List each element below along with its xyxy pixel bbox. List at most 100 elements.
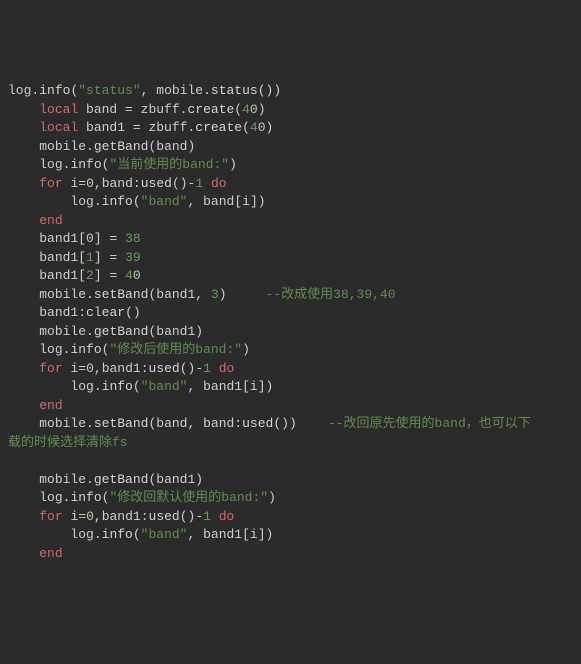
token-punc: = bbox=[78, 176, 86, 191]
token-ident: band1 bbox=[156, 287, 195, 302]
token-punc: ()) bbox=[273, 416, 328, 431]
token-punc: , bbox=[187, 194, 203, 209]
token-punc: ) bbox=[242, 342, 250, 357]
token-method: used bbox=[242, 416, 273, 431]
token-punc: , bbox=[187, 379, 203, 394]
code-line: log.info("band", band[i]) bbox=[8, 193, 573, 212]
token-ident: mobile bbox=[39, 324, 86, 339]
token-method: info bbox=[102, 527, 133, 542]
code-line: band1[1] = 39 bbox=[8, 249, 573, 268]
token-punc: [ bbox=[242, 527, 250, 542]
token-punc: . bbox=[203, 83, 211, 98]
token-punc: = bbox=[133, 120, 149, 135]
token-punc: () bbox=[125, 305, 141, 320]
token-num: 38 bbox=[125, 231, 141, 246]
token-ident: band bbox=[203, 194, 234, 209]
code-line: mobile.setBand(band, band:used()) --改回原先… bbox=[8, 415, 573, 434]
token-ident: band bbox=[102, 176, 133, 191]
token-punc: [ bbox=[242, 379, 250, 394]
token-punc: , bbox=[94, 361, 102, 376]
token-comment: 载的时候选择清除fs bbox=[8, 435, 128, 450]
token-method: info bbox=[102, 194, 133, 209]
token-kw: for bbox=[39, 509, 70, 524]
token-punc: ) bbox=[229, 157, 237, 172]
code-line: for i=0,band1:used()-1 do bbox=[8, 360, 573, 379]
token-punc: ) bbox=[268, 490, 276, 505]
code-line: log.info("band", band1[i]) bbox=[8, 378, 573, 397]
token-ident: i bbox=[250, 379, 258, 394]
token-punc: : bbox=[141, 509, 149, 524]
token-comment: --改成使用38,39,40 bbox=[266, 287, 396, 302]
token-punc: ) bbox=[219, 287, 266, 302]
token-punc: . bbox=[86, 139, 94, 154]
token-punc: ) bbox=[266, 120, 274, 135]
token-str: "修改回默认使用的band:" bbox=[109, 490, 268, 505]
token-ident: zbuff bbox=[148, 120, 187, 135]
token-ident: band1 bbox=[39, 250, 78, 265]
token-method: getBand bbox=[94, 139, 149, 154]
token-punc: . bbox=[86, 324, 94, 339]
token-comment: --改回原先使用的band，也可以下 bbox=[328, 416, 531, 431]
code-line: end bbox=[8, 545, 573, 564]
token-num: 1 bbox=[203, 509, 219, 524]
token-punc: , bbox=[187, 527, 203, 542]
token-method: info bbox=[70, 342, 101, 357]
token-punc: . bbox=[86, 472, 94, 487]
token-ident: band1 bbox=[102, 361, 141, 376]
token-punc: ( bbox=[242, 120, 250, 135]
code-line: log.info("band", band1[i]) bbox=[8, 526, 573, 545]
token-ident: band bbox=[156, 416, 187, 431]
code-line: log.info("status", mobile.status()) bbox=[8, 82, 573, 101]
token-num: 3 bbox=[211, 287, 219, 302]
token-method: info bbox=[70, 157, 101, 172]
token-punc: = bbox=[125, 102, 141, 117]
token-ident: mobile bbox=[156, 83, 203, 98]
token-method: getBand bbox=[94, 324, 149, 339]
token-ident: log bbox=[70, 527, 93, 542]
token-ident: band1 bbox=[203, 379, 242, 394]
token-punc: ()- bbox=[180, 509, 203, 524]
token-ident: mobile bbox=[39, 139, 86, 154]
token-method: used bbox=[141, 176, 172, 191]
token-punc: ] = bbox=[94, 231, 125, 246]
token-str: "band" bbox=[141, 527, 188, 542]
token-punc: : bbox=[141, 361, 149, 376]
code-line: log.info("修改回默认使用的band:") bbox=[8, 489, 573, 508]
token-num-in: 0 bbox=[133, 268, 141, 283]
token-punc: , bbox=[141, 83, 157, 98]
token-ident: mobile bbox=[39, 416, 86, 431]
token-punc: [ bbox=[78, 268, 86, 283]
token-ident: mobile bbox=[39, 287, 86, 302]
token-kw: for bbox=[39, 176, 70, 191]
token-num-in: 0 bbox=[86, 176, 94, 191]
token-punc: , bbox=[94, 176, 102, 191]
token-ident: band1 bbox=[203, 527, 242, 542]
token-ident: band1 bbox=[39, 231, 78, 246]
token-punc: ()- bbox=[172, 176, 195, 191]
token-kw: for bbox=[39, 361, 70, 376]
token-ident: log bbox=[8, 83, 31, 98]
token-kw: end bbox=[39, 398, 62, 413]
token-method: used bbox=[149, 361, 180, 376]
code-line: for i=0,band:used()-1 do bbox=[8, 175, 573, 194]
token-num-in: 0 bbox=[86, 231, 94, 246]
code-line: log.info("修改后使用的band:") bbox=[8, 341, 573, 360]
token-punc: ( bbox=[133, 194, 141, 209]
token-ident: mobile bbox=[39, 472, 86, 487]
token-punc: [ bbox=[78, 250, 86, 265]
token-ident: band1 bbox=[39, 268, 78, 283]
token-str: "band" bbox=[141, 194, 188, 209]
token-punc: , bbox=[94, 509, 102, 524]
token-str: "band" bbox=[141, 379, 188, 394]
token-punc: ( bbox=[133, 379, 141, 394]
token-ident: log bbox=[70, 194, 93, 209]
token-method: create bbox=[195, 120, 242, 135]
token-method: clear bbox=[86, 305, 125, 320]
token-num: 1 bbox=[195, 176, 211, 191]
token-ident: zbuff bbox=[141, 102, 180, 117]
token-ident: band bbox=[156, 139, 187, 154]
token-method: used bbox=[149, 509, 180, 524]
token-num: 2 bbox=[86, 268, 94, 283]
code-line: band1[2] = 40 bbox=[8, 267, 573, 286]
token-punc: : bbox=[133, 176, 141, 191]
